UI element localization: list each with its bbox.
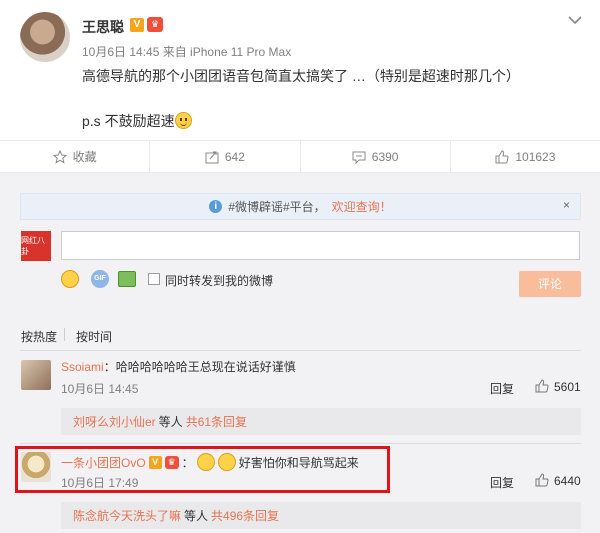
favorite-button[interactable]: 收藏 [0,141,151,172]
current-user-avatar[interactable]: 网红八卦 [21,231,51,261]
chevron-down-icon[interactable] [568,12,582,28]
reply-button[interactable]: 回复 [490,474,514,491]
submit-comment-button[interactable]: 评论 [519,271,581,297]
reply-count[interactable]: 共496条回复 [211,507,279,524]
thumbs-up-icon[interactable] [535,379,549,393]
image-icon[interactable] [118,271,136,287]
comment-divider [20,443,581,444]
like-button[interactable]: 101623 [451,141,600,172]
highlight-box [15,446,390,493]
gif-icon[interactable]: GIF [91,270,109,288]
forward-checkbox[interactable] [148,273,160,285]
reply-user[interactable]: 陈念航今天洗头了嘛 [73,507,181,524]
reply-summary-mid: 等人 [184,509,209,523]
post-text: 高德导航的那个小团团语音包简直太搞笑了 …（特别是超速时那几个） [82,68,520,84]
commenter-avatar[interactable] [21,360,51,390]
comment-time: 10月6日 14:45 [61,382,139,396]
comment-text: ：哈哈哈哈哈哈王总现在说话好谨慎 [103,360,296,374]
reply-summary-mid: 等人 [158,415,183,429]
post-meta: 10月6日 14:45 来自 iPhone 11 Pro Max [82,45,292,59]
forward-count: 642 [224,149,245,164]
action-bar: 收藏 642 6390 101623 [0,140,600,173]
comment-button[interactable]: 6390 [301,141,451,172]
thumbs-up-icon[interactable] [535,473,549,487]
sort-underline [20,350,581,351]
notice-text: #微博辟谣#平台， [228,200,326,214]
reply-count[interactable]: 共61条回复 [186,413,247,430]
comment-count: 6390 [371,149,399,164]
verified-badge-icon: V [130,18,144,32]
star-icon [52,149,67,164]
author-name[interactable]: 王思聪 [82,17,124,37]
reply-summary[interactable]: 刘呀么刘小仙er 等人 共61条回复 [61,408,581,435]
like-count: 101623 [515,149,556,164]
author-avatar[interactable] [20,12,70,62]
sort-by-hot-tab[interactable]: 按热度 [21,328,57,345]
forward-icon [205,151,219,163]
commenter-name[interactable]: Ssoiami [61,360,104,374]
comment-like-count: 6440 [554,474,581,488]
comment-input[interactable] [61,231,580,260]
comment-like-count: 5601 [554,380,581,394]
thumbs-up-icon [495,149,509,163]
close-icon[interactable]: × [563,198,570,212]
reply-summary[interactable]: 陈念航今天洗头了嘛 等人 共496条回复 [61,502,581,529]
comment-row: Ssoiami：哈哈哈哈哈哈王总现在说话好谨慎 [61,358,296,375]
rumor-notice: i #微博辟谣#平台， 欢迎查询！ [20,193,581,220]
comment-icon [352,151,366,164]
emoji-icon[interactable] [61,270,79,288]
smile-emoji-icon [174,112,192,129]
post-ps: p.s 不鼓励超速 [82,111,192,131]
forward-button[interactable]: 642 [150,141,301,172]
notice-link[interactable]: 欢迎查询！ [332,198,392,215]
crown-icon: ♛ [147,17,163,32]
reply-button[interactable]: 回复 [490,380,514,397]
favorite-label: 收藏 [72,150,97,164]
sort-divider [64,328,65,341]
sort-by-time-tab[interactable]: 按时间 [76,328,112,345]
forward-checkbox-label[interactable]: 同时转发到我的微博 [165,272,273,289]
info-icon: i [209,200,223,213]
reply-user[interactable]: 刘呀么刘小仙er [73,413,156,430]
post-ps-text: p.s 不鼓励超速 [82,113,175,129]
